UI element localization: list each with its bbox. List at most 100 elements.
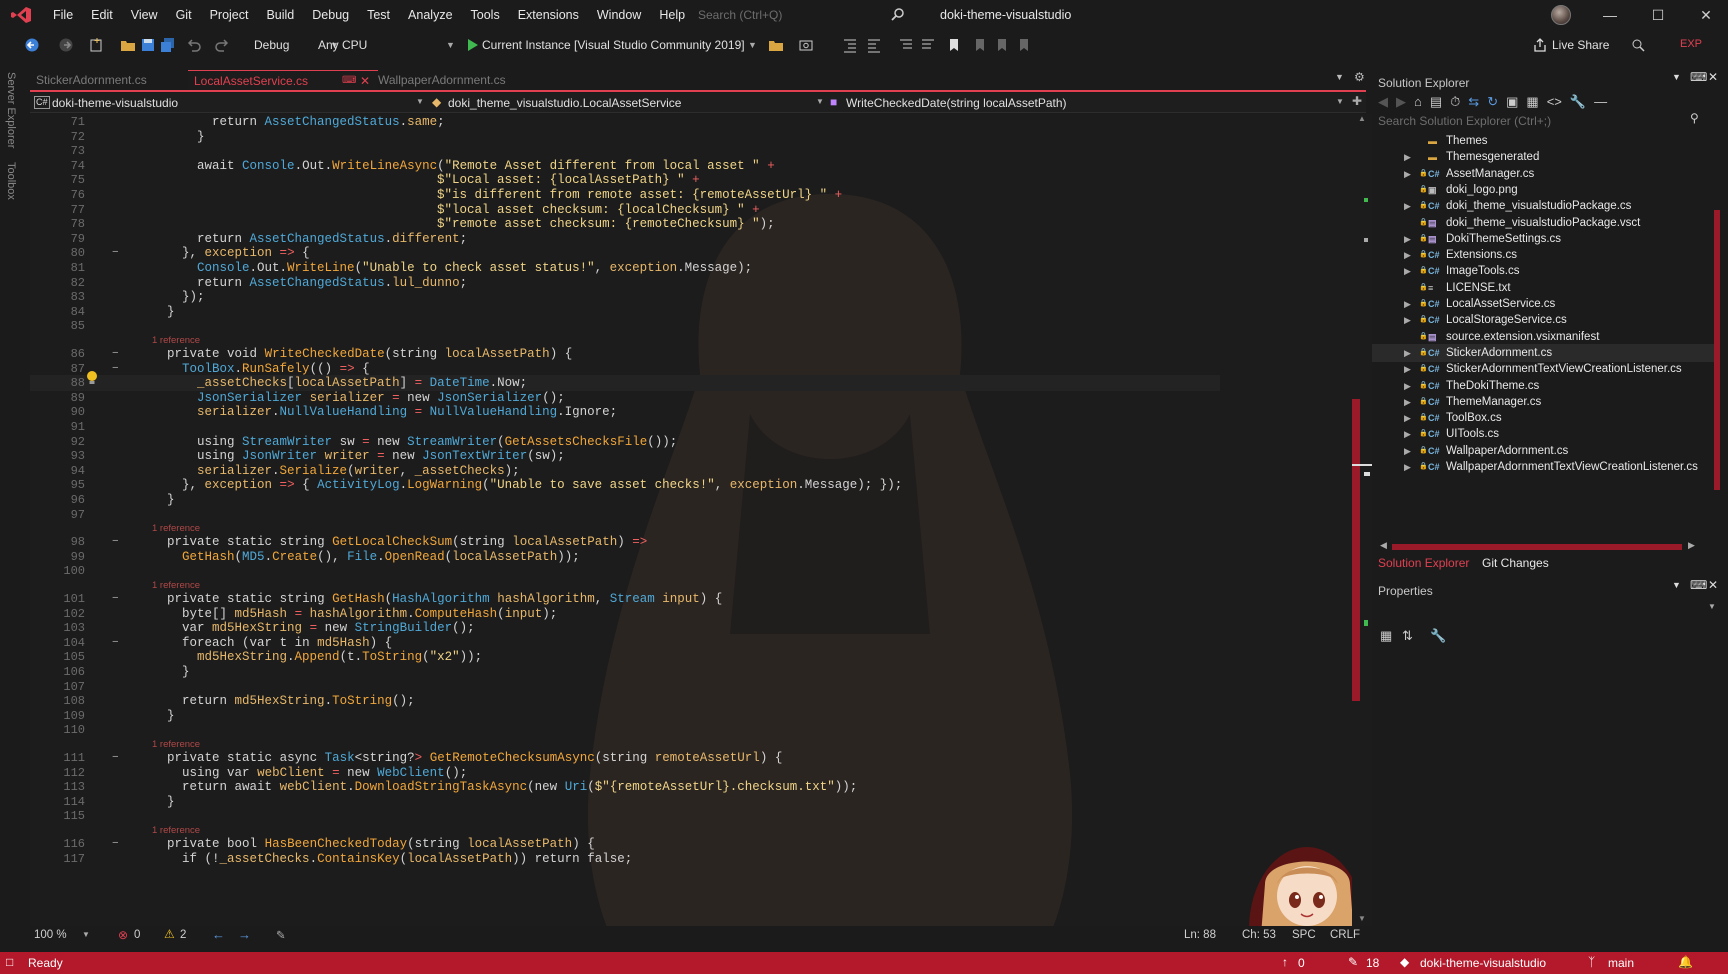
- branch-icon[interactable]: ᛉ: [1588, 955, 1595, 969]
- expand-arrow-icon[interactable]: ▶: [1404, 148, 1411, 166]
- panel-menu-icon[interactable]: ▼: [1672, 580, 1681, 590]
- toolbox-tab[interactable]: Toolbox: [5, 162, 17, 200]
- warning-icon[interactable]: ⚠: [164, 927, 175, 941]
- tab-solution-explorer[interactable]: Solution Explorer: [1378, 556, 1469, 570]
- solution-item[interactable]: ▶ 🔒 C# LocalStorageService.cs: [1372, 311, 1717, 329]
- expand-arrow-icon[interactable]: ▶: [1404, 458, 1411, 476]
- expand-arrow-icon[interactable]: ▶: [1404, 311, 1411, 329]
- maximize-button[interactable]: ☐: [1648, 6, 1668, 24]
- solution-item[interactable]: 🔒 ▣ doki_logo.png: [1372, 181, 1717, 199]
- code-line[interactable]: 88 _assetChecks[localAssetPath] = DateTi…: [30, 375, 1220, 392]
- new-project-icon[interactable]: [88, 37, 104, 53]
- uncomment-icon[interactable]: [920, 37, 936, 53]
- solution-item[interactable]: ▶ 🔒 C# WallpaperAdornmentTextViewCreationLi…: [1372, 458, 1717, 476]
- solution-item[interactable]: ▶ 🔒 C# TheDokiTheme.cs: [1372, 377, 1717, 395]
- chevron-down-icon[interactable]: ▼: [816, 97, 824, 106]
- switch-views-icon[interactable]: ▤: [1430, 94, 1442, 112]
- solution-item[interactable]: ▶ 🔒 C# ToolBox.cs: [1372, 409, 1717, 427]
- indent-icon[interactable]: [842, 37, 858, 53]
- nav-forward-icon[interactable]: →: [238, 927, 251, 942]
- expand-arrow-icon[interactable]: ▶: [1404, 393, 1411, 411]
- next-bookmark-icon[interactable]: [994, 37, 1010, 53]
- alphabetical-icon[interactable]: ⇅: [1402, 628, 1413, 644]
- chevron-down-icon[interactable]: ▼: [1708, 602, 1716, 611]
- brush-icon[interactable]: ✎: [276, 928, 286, 942]
- tab-sticker-adornment[interactable]: StickerAdornment.cs: [30, 70, 188, 90]
- save-icon[interactable]: [140, 37, 156, 53]
- redo-icon[interactable]: [214, 37, 230, 53]
- output-icon[interactable]: □: [6, 955, 13, 969]
- configuration-dropdown[interactable]: Debug: [254, 38, 289, 52]
- folder-icon[interactable]: [768, 37, 784, 53]
- fold-toggle-icon[interactable]: −: [112, 362, 119, 376]
- avatar[interactable]: [1551, 5, 1571, 25]
- horizontal-scroll-thumb[interactable]: [1392, 544, 1682, 550]
- menu-project[interactable]: Project: [201, 8, 258, 22]
- pin-icon[interactable]: ⌨: [1690, 578, 1707, 592]
- branch-name[interactable]: main: [1608, 956, 1634, 970]
- expand-arrow-icon[interactable]: ▶: [1404, 425, 1411, 443]
- chevron-down-icon[interactable]: ▼: [1336, 97, 1344, 106]
- menu-view[interactable]: View: [122, 8, 167, 22]
- code-editor[interactable]: 71 return AssetChangedStatus.same; 72 } 73…: [30, 114, 1352, 926]
- server-explorer-tab[interactable]: Server Explorer: [5, 72, 17, 148]
- menu-test[interactable]: Test: [358, 8, 399, 22]
- solution-item[interactable]: 🔒 ▤ source.extension.vsixmanifest: [1372, 328, 1717, 346]
- panel-menu-icon[interactable]: ▼: [1672, 72, 1681, 82]
- search-icon[interactable]: ⚲: [1690, 111, 1699, 125]
- solution-item[interactable]: 🔒 ▤ doki_theme_visualstudioPackage.vsct: [1372, 214, 1717, 232]
- minimize-button[interactable]: —: [1600, 6, 1620, 24]
- lightbulb-icon[interactable]: [85, 370, 99, 386]
- tab-wallpaper-adornment[interactable]: WallpaperAdornment.cs: [372, 70, 542, 90]
- split-icon[interactable]: ✚: [1352, 94, 1362, 108]
- solution-search-input[interactable]: Search Solution Explorer (Ctrl+;): [1378, 114, 1551, 128]
- menu-extensions[interactable]: Extensions: [509, 8, 588, 22]
- back-icon[interactable]: ◀: [1378, 94, 1388, 112]
- clear-bookmark-icon[interactable]: [1016, 37, 1032, 53]
- close-panel-icon[interactable]: ✕: [1708, 70, 1718, 84]
- expand-arrow-icon[interactable]: ▶: [1404, 377, 1411, 395]
- tab-overflow-icon[interactable]: ▼: [1335, 72, 1344, 82]
- search-input[interactable]: Search (Ctrl+Q): [698, 8, 782, 22]
- bookmark-icon[interactable]: [946, 37, 962, 53]
- tab-local-asset-service[interactable]: LocalAssetService.cs ⌨ ✕: [188, 70, 378, 90]
- expand-arrow-icon[interactable]: ▶: [1404, 295, 1411, 313]
- chevron-down-icon[interactable]: ▼: [82, 930, 90, 939]
- refresh-icon[interactable]: ↻: [1487, 94, 1498, 112]
- chevron-down-icon[interactable]: ▼: [748, 40, 757, 50]
- fold-toggle-icon[interactable]: −: [112, 246, 119, 260]
- search-icon[interactable]: [890, 7, 906, 23]
- error-count[interactable]: 0: [134, 929, 140, 941]
- properties-wrench-icon[interactable]: 🔧: [1570, 94, 1586, 112]
- solution-item[interactable]: ▶ 🔒 C# Extensions.cs: [1372, 246, 1717, 264]
- pin-icon[interactable]: ⌨: [342, 71, 356, 91]
- nav-back-icon[interactable]: ←: [212, 927, 225, 942]
- class-dropdown[interactable]: doki_theme_visualstudio.LocalAssetServic…: [448, 96, 681, 110]
- expand-arrow-icon[interactable]: ▶: [1404, 409, 1411, 427]
- open-folder-icon[interactable]: [120, 37, 136, 53]
- pending-changes-icon[interactable]: ⏱: [1450, 94, 1460, 112]
- scroll-up-icon[interactable]: ▲: [1358, 114, 1366, 123]
- scroll-left-icon[interactable]: ◀: [1380, 540, 1387, 551]
- solution-item[interactable]: ▶ 🔒 C# StickerAdornment.cs: [1372, 343, 1717, 362]
- prev-bookmark-icon[interactable]: [972, 37, 988, 53]
- member-dropdown[interactable]: WriteCheckedDate(string localAssetPath): [846, 96, 1067, 110]
- repository-icon[interactable]: ◆: [1400, 955, 1409, 969]
- sync-icon[interactable]: ⇆: [1468, 94, 1479, 112]
- expand-arrow-icon[interactable]: ▶: [1404, 197, 1411, 215]
- chevron-down-icon[interactable]: ▼: [446, 40, 455, 50]
- menu-git[interactable]: Git: [167, 8, 201, 22]
- tab-git-changes[interactable]: Git Changes: [1482, 556, 1549, 570]
- show-all-files-icon[interactable]: ▦: [1526, 94, 1538, 112]
- solution-item[interactable]: ▶ 🔒 ▤ DokiThemeSettings.cs: [1372, 230, 1717, 248]
- solution-item[interactable]: ▶ ▬ Themesgenerated: [1372, 148, 1717, 166]
- chevron-down-icon[interactable]: ▼: [416, 97, 424, 106]
- expand-arrow-icon[interactable]: ▶: [1404, 360, 1411, 378]
- property-pages-icon[interactable]: 🔧: [1430, 628, 1446, 644]
- scroll-down-icon[interactable]: ▼: [1358, 914, 1366, 923]
- menu-help[interactable]: Help: [650, 8, 694, 22]
- solution-item[interactable]: ▬ Themes: [1372, 132, 1717, 150]
- platform-dropdown[interactable]: Any CPU: [318, 38, 367, 52]
- collapse-all-icon[interactable]: ▣: [1506, 94, 1518, 112]
- notifications-bell-icon[interactable]: 🔔: [1678, 955, 1693, 969]
